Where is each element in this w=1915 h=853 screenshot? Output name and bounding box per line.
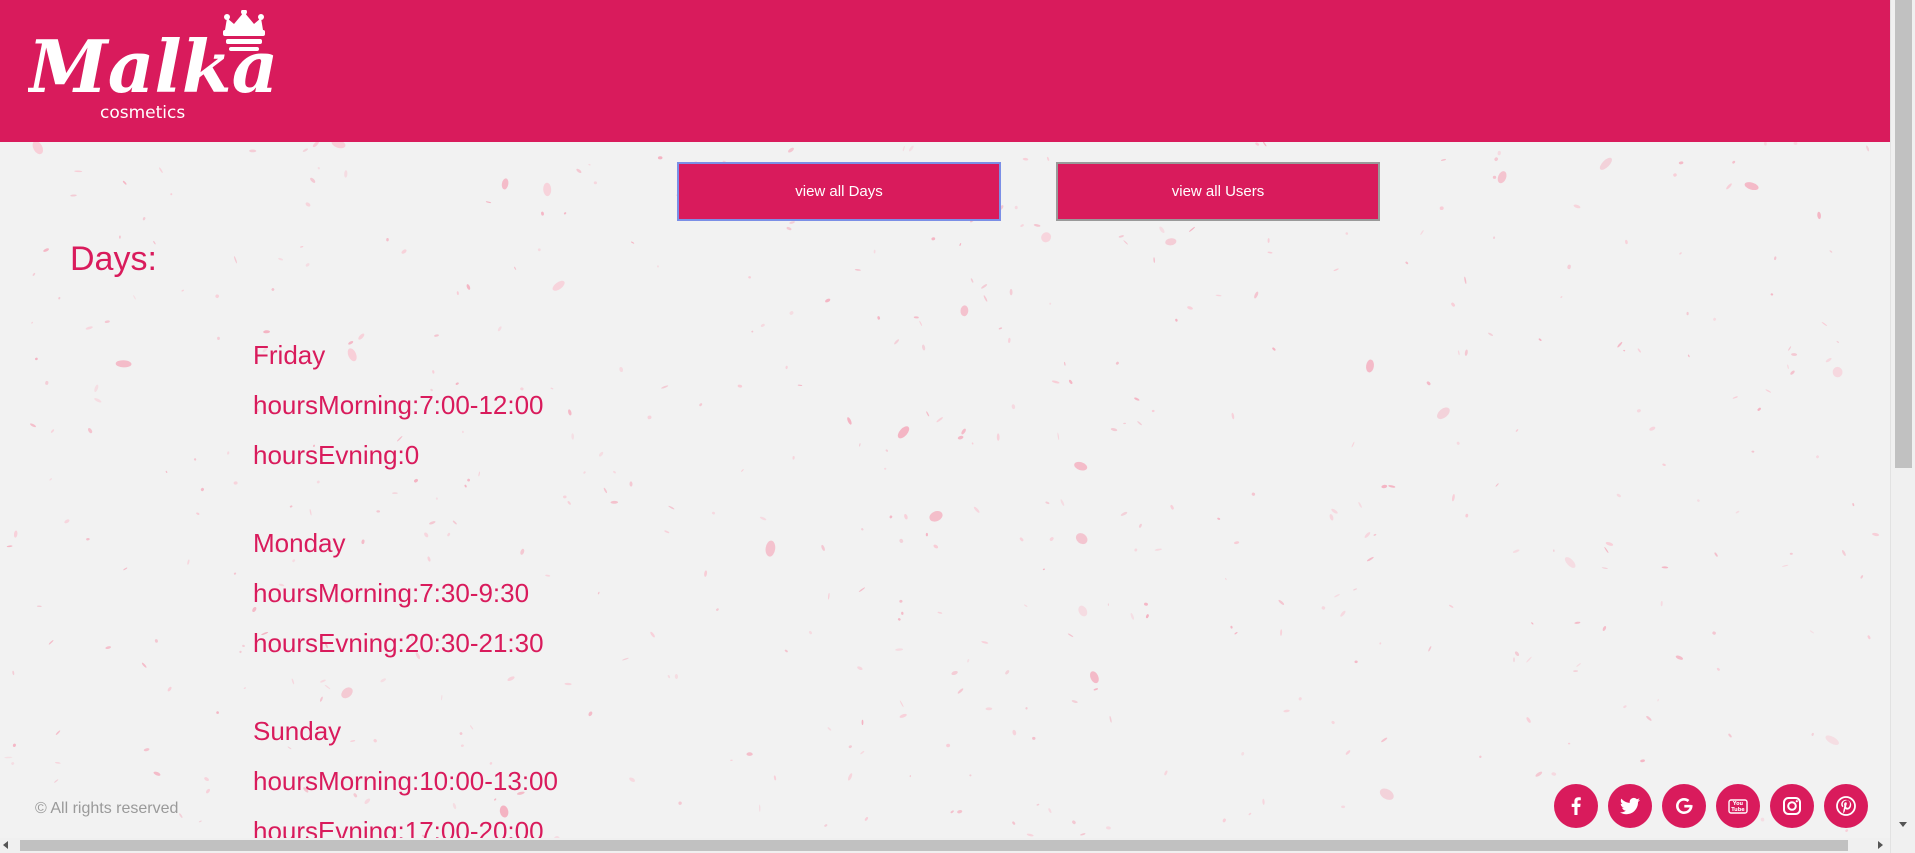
scroll-right-icon[interactable] bbox=[1878, 841, 1883, 849]
facebook-link[interactable] bbox=[1554, 784, 1598, 828]
evening-hours: hoursEvning:20:30-21:30 bbox=[253, 628, 544, 658]
evening-hours: hoursEvning:0 bbox=[253, 440, 420, 470]
day-item-sunday: Sunday hoursMorning:10:00-13:00 hoursEvn… bbox=[253, 706, 558, 853]
instagram-icon bbox=[1783, 797, 1801, 815]
instagram-link[interactable] bbox=[1770, 784, 1814, 828]
svg-text:Malka: Malka bbox=[28, 24, 278, 109]
social-links: You Tube bbox=[1554, 784, 1868, 828]
facebook-icon bbox=[1571, 797, 1581, 815]
twitter-link[interactable] bbox=[1608, 784, 1652, 828]
google-icon bbox=[1675, 797, 1693, 815]
day-item-friday: Friday hoursMorning:7:00-12:00 hoursEvni… bbox=[253, 330, 558, 480]
day-name: Monday bbox=[253, 528, 346, 558]
svg-text:cosmetics: cosmetics bbox=[100, 103, 185, 123]
horizontal-scroll-thumb[interactable] bbox=[20, 840, 1848, 851]
view-all-days-button[interactable]: view all Days bbox=[677, 162, 1001, 221]
vertical-scroll-thumb[interactable] bbox=[1895, 0, 1912, 468]
day-item-monday: Monday hoursMorning:7:30-9:30 hoursEvnin… bbox=[253, 518, 558, 668]
copyright-text: © All rights reserved bbox=[35, 800, 179, 817]
morning-hours: hoursMorning:10:00-13:00 bbox=[253, 766, 558, 796]
horizontal-scrollbar[interactable] bbox=[0, 838, 1890, 853]
view-all-users-button[interactable]: view all Users bbox=[1056, 162, 1380, 221]
day-name: Sunday bbox=[253, 716, 342, 746]
pinterest-link[interactable] bbox=[1824, 784, 1868, 828]
day-name: Friday bbox=[253, 340, 326, 370]
site-header: Malka cosmetics bbox=[0, 0, 1890, 142]
vertical-scrollbar[interactable] bbox=[1890, 0, 1915, 853]
svg-text:Tube: Tube bbox=[1731, 807, 1745, 813]
days-list: Friday hoursMorning:7:00-12:00 hoursEvni… bbox=[253, 330, 558, 853]
morning-hours: hoursMorning:7:00-12:00 bbox=[253, 390, 544, 420]
malka-logo-icon: Malka cosmetics bbox=[25, 9, 278, 123]
morning-hours: hoursMorning:7:30-9:30 bbox=[253, 578, 530, 608]
brand-logo[interactable]: Malka cosmetics bbox=[25, 9, 278, 125]
scroll-left-icon[interactable] bbox=[3, 841, 8, 849]
google-link[interactable] bbox=[1662, 784, 1706, 828]
scroll-down-icon[interactable] bbox=[1899, 822, 1907, 827]
twitter-icon bbox=[1620, 797, 1640, 815]
pinterest-icon bbox=[1836, 796, 1856, 816]
page-title: Days: bbox=[70, 240, 157, 278]
youtube-icon: You Tube bbox=[1728, 799, 1748, 814]
youtube-link[interactable]: You Tube bbox=[1716, 784, 1760, 828]
